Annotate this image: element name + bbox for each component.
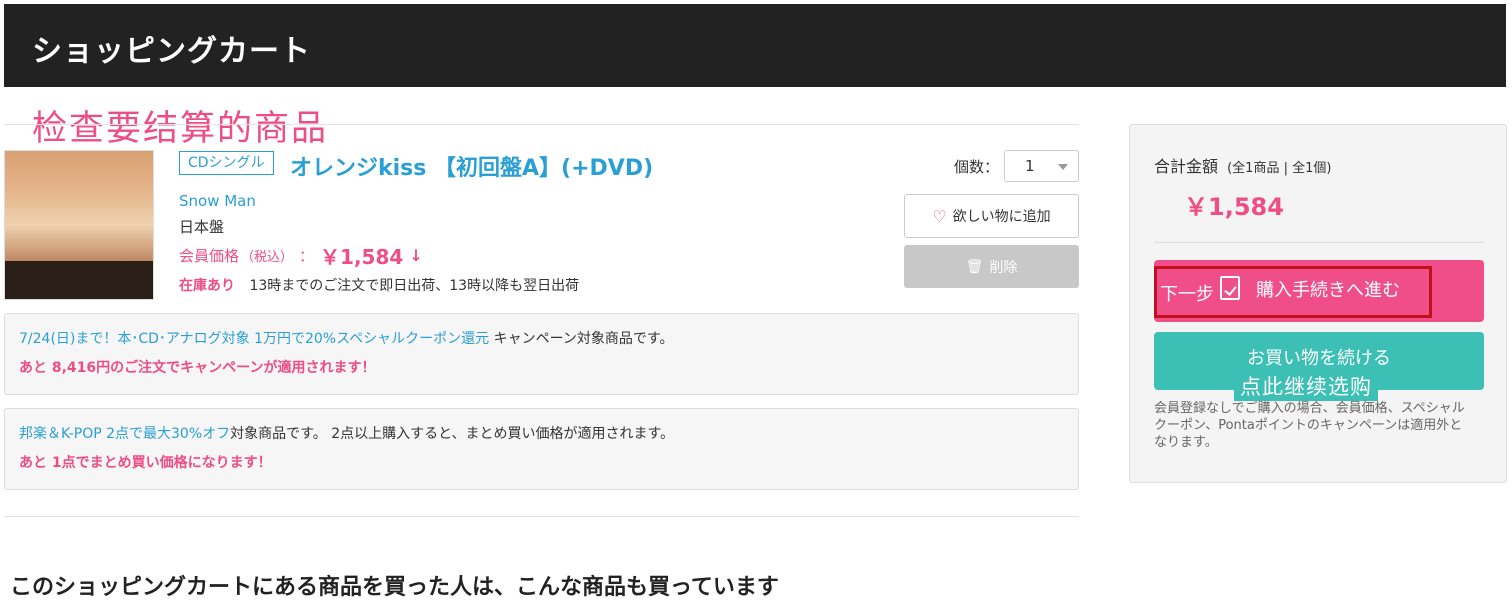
price-tax-note: （税込） [241,250,294,265]
delete-label: 削除 [989,259,1018,276]
divider [1154,242,1484,243]
heart-icon: ♡ [932,206,947,226]
chevron-down-icon [1058,164,1068,170]
shipping-info: 13時までのご注文で即日出荷、13時以降も翌日出荷 [249,278,580,294]
wishlist-label: 欲しい物に追加 [952,209,1051,225]
trash-icon: 🗑 [965,258,984,275]
checkout-label: 購入手続きへ進む [1256,280,1400,301]
campaign-box: 7/24(日)まで！本･CD･アナログ対象 1万円で20%スペシャルクーポン還元… [4,313,1079,395]
product-title-link[interactable]: オレンジkiss 【初回盤A】(+DVD) [290,150,653,182]
campaign-link[interactable]: 邦楽＆K-POP 2点で最大30%オフ [19,426,230,442]
price-down-arrow-icon: ↓ [409,246,423,265]
artist-link[interactable]: Snow Man [179,192,256,210]
campaign-text: 対象商品です。 2点以上購入すると、まとめ買い価格が適用されます。 [230,426,675,442]
guest-purchase-note: 会員登録なしでご購入の場合、会員価格、スペシャルクーポン、Pontaポイントのキ… [1154,401,1465,450]
page-header: ショッピングカート [4,4,1506,87]
recommendations-heading: このショッピングカートにある商品を買った人は、こんな商品も買っています [10,575,779,600]
campaign-line: 邦楽＆K-POP 2点で最大30%オフ対象商品です。 2点以上購入すると、まとめ… [19,423,1064,443]
campaign-text: キャンペーン対象商品です。 [489,331,674,347]
add-to-wishlist-button[interactable]: ♡ 欲しい物に追加 [904,194,1079,238]
divider [4,124,1079,125]
page-title: ショッピングカート [32,34,311,69]
stock-status: 在庫あり 13時までのご注文で即日出荷、13時以降も翌日出荷 [179,275,579,295]
product-edition: 日本盤 [179,218,225,236]
price-value: ￥1,584 [320,245,404,269]
quantity-label: 個数： [954,158,1000,176]
price-label: 会員価格 [179,247,240,265]
total-label: 合計金額 (全1商品 | 全1個) [1154,153,1331,177]
quantity-value: 1 [1025,157,1035,175]
stock-badge: 在庫あり [179,278,235,294]
total-amount: ￥1,584 [1184,193,1284,221]
campaign-box: 邦楽＆K-POP 2点で最大30%オフ対象商品です。 2点以上購入すると、まとめ… [4,408,1079,490]
product-thumbnail[interactable] [4,150,154,300]
campaign-line: 7/24(日)まで！本･CD･アナログ対象 1万円で20%スペシャルクーポン還元… [19,328,1064,348]
product-format-tag: CDシングル [179,151,274,175]
total-detail: (全1商品 | 全1個) [1227,161,1332,176]
annotation-next-step: 下一步 [1160,284,1214,305]
campaign-note: あと 1点でまとめ買い価格になります！ [19,455,272,471]
thumbnail-ground [5,261,153,299]
checkout-button[interactable]: 下一步 購入手続きへ進む [1154,260,1484,322]
continue-label: お買い物を続ける [1247,348,1391,369]
delete-button[interactable]: 🗑 削除 [904,245,1079,288]
total-label-text: 合計金額 [1154,157,1219,176]
clipboard-check-icon [1220,276,1240,300]
price-colon: ： [299,247,315,265]
campaign-link[interactable]: 7/24(日)まで！本･CD･アナログ対象 1万円で20%スペシャルクーポン還元 [19,331,489,347]
divider [4,516,1079,517]
annotation-check-items: 检查要结算的商品 [32,109,329,149]
member-price: 会員価格 （税込） ： ￥1,584 ↓ [179,241,423,270]
annotation-continue: 点此继续选购 [1234,371,1378,401]
campaign-note: あと 8,416円のご注文でキャンペーンが適用されます！ [19,360,376,376]
quantity-select[interactable]: 1 [1004,150,1079,182]
cart-summary-panel: 合計金額 (全1商品 | 全1個) ￥1,584 下一步 購入手続きへ進む お買… [1129,124,1507,483]
